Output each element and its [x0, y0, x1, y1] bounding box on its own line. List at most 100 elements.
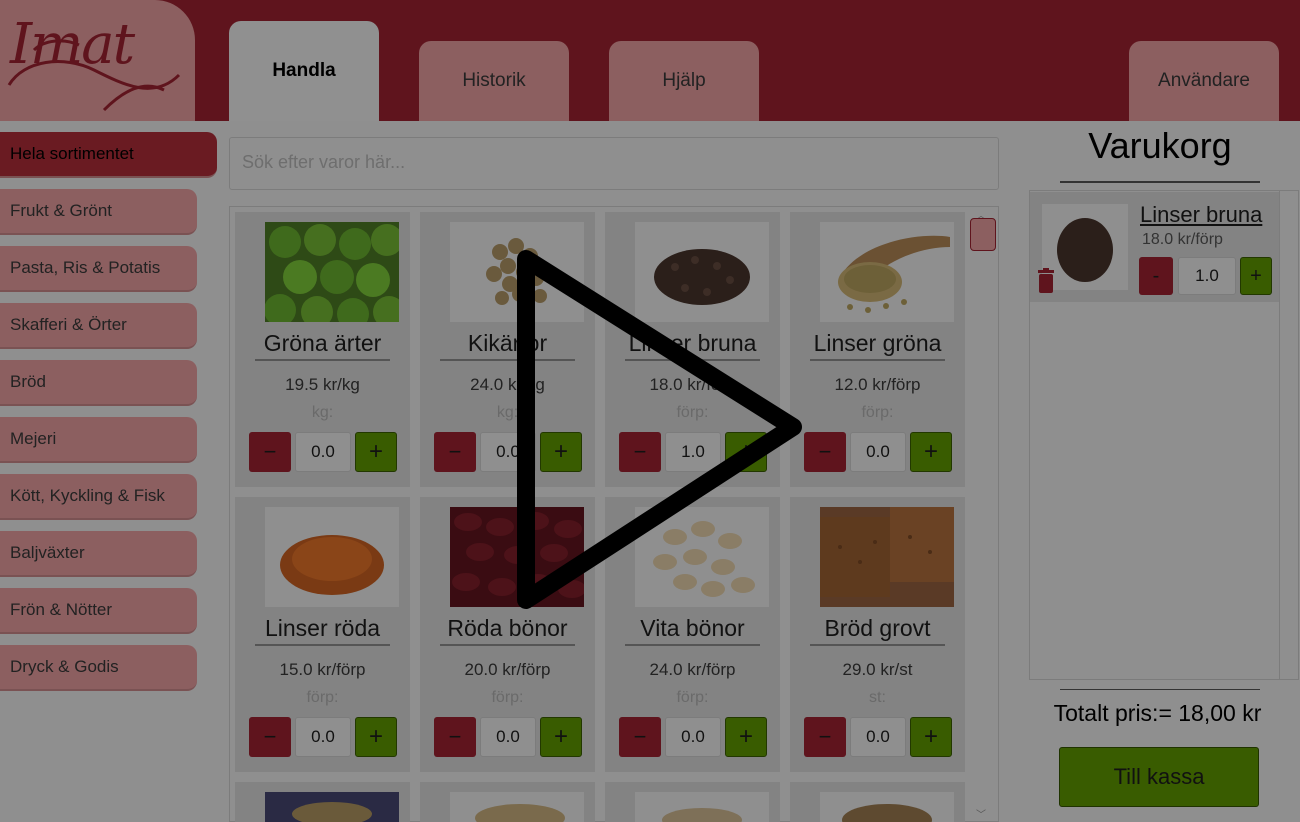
product-card: Linser röda 15.0 kr/förp förp: − 0.0 +: [235, 497, 410, 772]
minus-icon: −: [633, 724, 647, 749]
tab-anvandare[interactable]: Användare: [1129, 41, 1279, 121]
sidebar-item-fron-notter[interactable]: Frön & Nötter: [0, 588, 197, 634]
product-card: Gröna ärter 19.5 kr/kg kg: − 0.0 +: [235, 212, 410, 487]
increase-button[interactable]: +: [910, 432, 952, 472]
bread-icon: [820, 507, 954, 607]
product-unit: kg:: [311, 404, 334, 421]
product-price: 24.0 kr/förp: [649, 660, 736, 679]
cart-quantity-field[interactable]: 1.0: [1178, 257, 1236, 295]
product-unit: förp:: [306, 689, 339, 706]
quantity-field[interactable]: 0.0: [850, 432, 906, 472]
scroll-down-icon[interactable]: ﹀: [976, 806, 986, 821]
product-price: 15.0 kr/förp: [279, 660, 366, 679]
cart-increase-button[interactable]: +: [1240, 257, 1272, 295]
increase-button[interactable]: +: [725, 717, 767, 757]
product-card: [235, 782, 410, 822]
product-price: 19.5 kr/kg: [285, 375, 360, 394]
tab-handla[interactable]: Handla: [229, 21, 379, 121]
sidebar-item-pasta-ris-potatis[interactable]: Pasta, Ris & Potatis: [0, 246, 197, 292]
product-price: 20.0 kr/förp: [464, 660, 551, 679]
increase-button[interactable]: +: [910, 717, 952, 757]
total-price: Totalt pris:= 18,00 kr: [1053, 700, 1262, 726]
product-card: [790, 782, 965, 822]
product-grid-scrollbar[interactable]: [970, 207, 996, 821]
product-image: [450, 792, 584, 822]
quantity-field[interactable]: 0.0: [295, 717, 351, 757]
product-name: Linser röda: [255, 615, 390, 646]
decrease-button[interactable]: −: [619, 717, 661, 757]
cart-item-price: 18.0 kr/förp: [1142, 231, 1223, 248]
product-unit: förp:: [861, 404, 894, 421]
product-image: [265, 792, 399, 822]
product-unit: st:: [869, 689, 886, 706]
product-image: [820, 792, 954, 822]
green-peas-icon: [265, 222, 399, 322]
increase-button[interactable]: +: [540, 717, 582, 757]
product-card: Bröd grovt 29.0 kr/st st: − 0.0 +: [790, 497, 965, 772]
green-lentils-icon: [820, 222, 954, 322]
red-lentils-icon: [265, 507, 399, 607]
plus-icon: +: [553, 723, 568, 750]
sidebar-item-skafferi-orter[interactable]: Skafferi & Örter: [0, 303, 197, 349]
minus-icon: −: [818, 724, 832, 749]
sidebar-item-frukt-gront[interactable]: Frukt & Grönt: [0, 189, 197, 235]
decrease-button[interactable]: −: [434, 717, 476, 757]
product-price: 29.0 kr/st: [842, 660, 913, 679]
play-icon[interactable]: [508, 245, 808, 615]
increase-button[interactable]: +: [355, 432, 397, 472]
product-name: Bröd grovt: [810, 615, 945, 646]
plus-icon: +: [738, 723, 753, 750]
product-name: Röda bönor: [440, 615, 575, 646]
sidebar-item-hela-sortimentet[interactable]: Hela sortimentet: [0, 132, 217, 178]
imat-logo: Imat: [0, 0, 195, 121]
product-price: 12.0 kr/förp: [834, 375, 921, 394]
decrease-button[interactable]: −: [249, 717, 291, 757]
product-image: [635, 792, 769, 822]
decrease-button[interactable]: −: [804, 717, 846, 757]
product-card: [420, 782, 595, 822]
sidebar-item-dryck-godis[interactable]: Dryck & Godis: [0, 645, 197, 691]
minus-icon: −: [448, 724, 462, 749]
logo-text: Imat: [10, 12, 135, 77]
trash-icon[interactable]: [1037, 268, 1055, 294]
cart-decrease-button[interactable]: -: [1139, 257, 1173, 295]
sidebar-item-baljvaxter[interactable]: Baljväxter: [0, 531, 197, 577]
search-input[interactable]: Sök efter varor här...: [229, 137, 999, 190]
sidebar-item-kott-kyckling-fisk[interactable]: Kött, Kyckling & Fisk: [0, 474, 197, 520]
decrease-button[interactable]: −: [434, 432, 476, 472]
decrease-button[interactable]: −: [804, 432, 846, 472]
plus-icon: +: [368, 438, 383, 465]
cart-scrollbar[interactable]: [1279, 191, 1298, 679]
plus-icon: +: [1250, 264, 1262, 287]
quantity-field[interactable]: 0.0: [665, 717, 721, 757]
plus-icon: +: [923, 723, 938, 750]
product-card: [605, 782, 780, 822]
quantity-field[interactable]: 0.0: [295, 432, 351, 472]
cart-item-name[interactable]: Linser bruna: [1140, 202, 1262, 228]
cart-title: Varukorg: [1088, 125, 1232, 166]
quantity-field[interactable]: 0.0: [480, 717, 536, 757]
tab-hjalp[interactable]: Hjälp: [609, 41, 759, 121]
product-card: Linser gröna 12.0 kr/förp förp: − 0.0 +: [790, 212, 965, 487]
minus-icon: −: [448, 439, 462, 464]
plus-icon: +: [368, 723, 383, 750]
decrease-button[interactable]: −: [249, 432, 291, 472]
product-name: Gröna ärter: [255, 330, 390, 361]
increase-button[interactable]: +: [355, 717, 397, 757]
sidebar-item-mejeri[interactable]: Mejeri: [0, 417, 197, 463]
product-unit: förp:: [676, 689, 709, 706]
product-unit: förp:: [491, 689, 524, 706]
tab-historik[interactable]: Historik: [419, 41, 569, 121]
plus-icon: +: [923, 438, 938, 465]
minus-icon: -: [1152, 264, 1160, 287]
checkout-button[interactable]: Till kassa: [1059, 747, 1259, 807]
sidebar-item-brod[interactable]: Bröd: [0, 360, 197, 406]
cart-title-divider: [1060, 181, 1260, 183]
minus-icon: −: [263, 724, 277, 749]
product-name: Vita bönor: [625, 615, 760, 646]
scroll-thumb[interactable]: [970, 218, 996, 251]
minus-icon: −: [818, 439, 832, 464]
minus-icon: −: [263, 439, 277, 464]
quantity-field[interactable]: 0.0: [850, 717, 906, 757]
product-name: Linser gröna: [810, 330, 945, 361]
